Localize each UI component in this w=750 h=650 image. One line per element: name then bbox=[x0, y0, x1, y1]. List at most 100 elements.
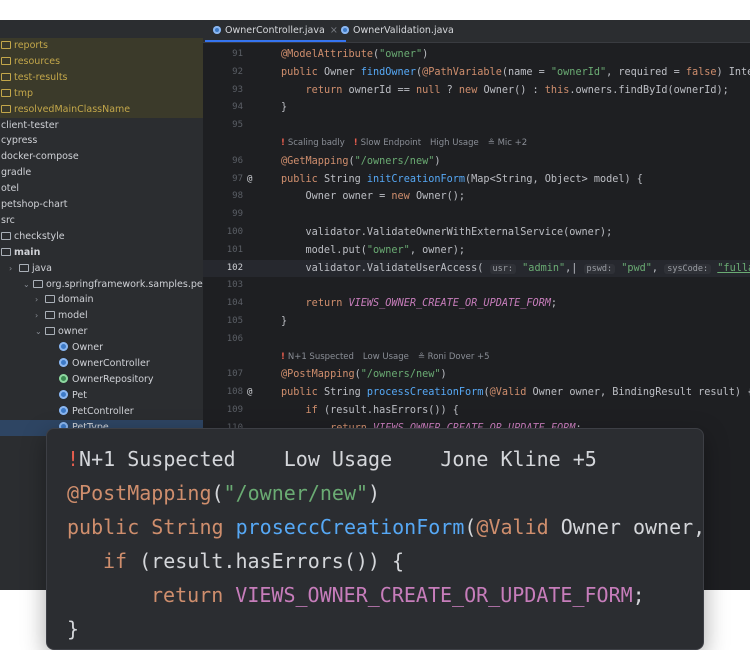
code-line[interactable]: 104 return VIEWS_OWNER_CREATE_OR_UPDATE_… bbox=[203, 295, 750, 313]
tree-item[interactable]: OwnerRepository bbox=[0, 372, 203, 388]
code-snippet-card: !N+1 Suspected Low Usage Jone Kline +5 @… bbox=[46, 428, 704, 650]
code-text[interactable]: validator.ValidateOwnerWithExternalServi… bbox=[281, 224, 613, 242]
tree-item[interactable]: resources bbox=[0, 53, 203, 70]
code-lens-item[interactable]: High Usage bbox=[430, 138, 479, 148]
card-lens-author: Jone Kline +5 bbox=[440, 447, 597, 471]
chevron-icon[interactable]: ⌄ bbox=[35, 324, 43, 340]
tree-item[interactable]: cypress bbox=[0, 133, 203, 149]
code-text[interactable]: return ownerId == null ? new Owner() : t… bbox=[281, 82, 729, 100]
tree-item[interactable]: tmp bbox=[0, 85, 203, 102]
java-class-icon bbox=[341, 26, 349, 34]
tree-item[interactable]: gradle bbox=[0, 165, 203, 181]
code-line[interactable]: 95 bbox=[203, 117, 750, 135]
code-line[interactable]: 102 validator.ValidateUserAccess( usr: "… bbox=[203, 259, 750, 279]
code-line[interactable]: 109 if (result.hasErrors()) { bbox=[203, 402, 750, 420]
code-lens-item[interactable]: ≗ Roni Dover +5 bbox=[418, 352, 490, 362]
card-modifiers: public String bbox=[67, 515, 236, 539]
code-text[interactable]: return VIEWS_OWNER_CREATE_OR_UPDATE_FORM… bbox=[281, 295, 558, 313]
code-line[interactable]: 99 bbox=[203, 206, 750, 224]
code-line[interactable]: 93 return ownerId == null ? new Owner() … bbox=[203, 82, 750, 100]
code-text[interactable]: } bbox=[281, 99, 287, 117]
tree-item[interactable]: main bbox=[0, 245, 203, 261]
folder-icon bbox=[45, 311, 55, 320]
warning-icon: ! bbox=[353, 138, 361, 148]
card-return-constant: VIEWS_OWNER_CREATE_OR_UPDATE_FORM bbox=[235, 583, 633, 607]
warning-icon: ! bbox=[281, 351, 288, 362]
code-line[interactable]: 101 model.put("owner", owner); bbox=[203, 242, 750, 260]
code-text[interactable]: validator.ValidateUserAccess( usr: "admi… bbox=[281, 260, 750, 279]
tree-item-label: OwnerController bbox=[72, 358, 150, 369]
code-line[interactable]: 96 @GetMapping("/owners/new") bbox=[203, 153, 750, 171]
chevron-icon[interactable]: › bbox=[35, 292, 43, 308]
tree-item[interactable]: PetController bbox=[0, 404, 203, 420]
tree-item-label: reports bbox=[14, 40, 48, 51]
editor-tab[interactable]: OwnerValidation.java bbox=[333, 20, 462, 42]
code-line[interactable]: 91 @ModelAttribute("owner") bbox=[203, 46, 750, 64]
code-lens-line[interactable]: ! Scaling badly ! Slow Endpoint High Usage… bbox=[203, 135, 750, 153]
tree-item[interactable]: resolvedMainClassName bbox=[0, 101, 203, 118]
line-number: 104 bbox=[226, 298, 243, 309]
code-text[interactable]: } bbox=[281, 313, 287, 331]
code-line[interactable]: 100 validator.ValidateOwnerWithExternalS… bbox=[203, 224, 750, 242]
code-line[interactable]: 94} bbox=[203, 99, 750, 117]
code-lens-item[interactable]: ! Slow Endpoint bbox=[354, 138, 421, 148]
tree-item[interactable]: Pet bbox=[0, 388, 203, 404]
tree-item[interactable]: OwnerController bbox=[0, 356, 203, 372]
chevron-icon[interactable]: › bbox=[9, 261, 17, 277]
code-lens-item[interactable]: ! Scaling badly bbox=[281, 138, 345, 148]
line-number: 106 bbox=[226, 333, 243, 344]
code-lens-line[interactable]: ! N+1 Suspected Low Usage ≗ Roni Dover +5 bbox=[203, 349, 750, 367]
tree-item[interactable]: › model bbox=[0, 308, 203, 324]
code-text[interactable]: @GetMapping("/owners/new") bbox=[281, 153, 440, 171]
code-line[interactable]: 108 @ public String processCreationForm(@V… bbox=[203, 384, 750, 402]
folder-icon bbox=[1, 231, 11, 240]
tree-item[interactable]: Owner bbox=[0, 340, 203, 356]
code-line[interactable]: 107 @PostMapping("/owners/new") bbox=[203, 366, 750, 384]
code-text[interactable]: public String processCreationForm(@Valid… bbox=[281, 384, 750, 402]
code-line[interactable]: 97 @ public String initCreationForm(Map<St… bbox=[203, 171, 750, 189]
code-lens-item[interactable]: ≗ Mic +2 bbox=[488, 138, 527, 148]
code-text[interactable]: if (result.hasErrors()) { bbox=[281, 402, 459, 420]
code-lens-item[interactable]: ! N+1 Suspected bbox=[281, 352, 354, 362]
tree-item[interactable]: client-tester bbox=[0, 118, 203, 134]
tree-item[interactable]: reports bbox=[0, 38, 203, 54]
tree-item[interactable]: src bbox=[0, 213, 203, 229]
endpoint-gutter-icon[interactable]: @ bbox=[247, 384, 252, 402]
code-text[interactable]: @ModelAttribute("owner") bbox=[281, 46, 428, 64]
tree-item[interactable]: › domain bbox=[0, 292, 203, 308]
code-lens-item[interactable]: Low Usage bbox=[363, 352, 409, 362]
editor-tab[interactable]: OwnerController.java × bbox=[205, 20, 346, 42]
line-number: 91 bbox=[232, 49, 243, 59]
chevron-icon[interactable]: ⌄ bbox=[23, 277, 31, 293]
tab-label: OwnerValidation.java bbox=[353, 25, 454, 36]
tree-item[interactable]: ⌄ org.springframework.samples.petclinic bbox=[0, 277, 203, 293]
line-number: 98 bbox=[232, 191, 243, 202]
line-number: 94 bbox=[232, 102, 243, 113]
tree-item-label: client-tester bbox=[1, 119, 59, 131]
code-line[interactable]: 92 public Owner findOwner(@PathVariable(n… bbox=[203, 64, 750, 82]
tree-item[interactable]: › java bbox=[0, 261, 203, 277]
code-text[interactable]: public String initCreationForm(Map<Strin… bbox=[281, 171, 643, 189]
tree-item[interactable]: test-results bbox=[0, 69, 203, 86]
code-line[interactable]: 103 bbox=[203, 277, 750, 295]
code-text[interactable]: @PostMapping("/owners/new") bbox=[281, 366, 447, 384]
tree-item[interactable]: docker-compose bbox=[0, 149, 203, 165]
code-text[interactable]: model.put("owner", owner); bbox=[281, 242, 465, 260]
code-line[interactable]: 98 Owner owner = new Owner(); bbox=[203, 188, 750, 206]
tree-item[interactable]: checkstyle bbox=[0, 229, 203, 245]
tree-item-label: Pet bbox=[72, 389, 87, 401]
chevron-icon[interactable]: › bbox=[35, 308, 43, 324]
tree-item[interactable]: otel bbox=[0, 181, 203, 197]
tree-item[interactable]: ⌄ owner bbox=[0, 324, 203, 340]
code-text[interactable]: Owner owner = new Owner(); bbox=[281, 188, 465, 206]
line-number: 107 bbox=[226, 369, 243, 380]
tree-item-label: test-results bbox=[14, 71, 68, 83]
code-line[interactable]: 106 bbox=[203, 331, 750, 349]
tree-item-label: gradle bbox=[1, 167, 32, 179]
code-line[interactable]: 105} bbox=[203, 313, 750, 331]
tab-label: OwnerController.java bbox=[225, 25, 325, 36]
tree-item[interactable]: petshop-chart bbox=[0, 197, 203, 213]
card-lens-n1: N+1 Suspected bbox=[79, 447, 236, 471]
endpoint-gutter-icon[interactable]: @ bbox=[247, 171, 252, 189]
code-text[interactable]: public Owner findOwner(@PathVariable(nam… bbox=[281, 64, 750, 82]
